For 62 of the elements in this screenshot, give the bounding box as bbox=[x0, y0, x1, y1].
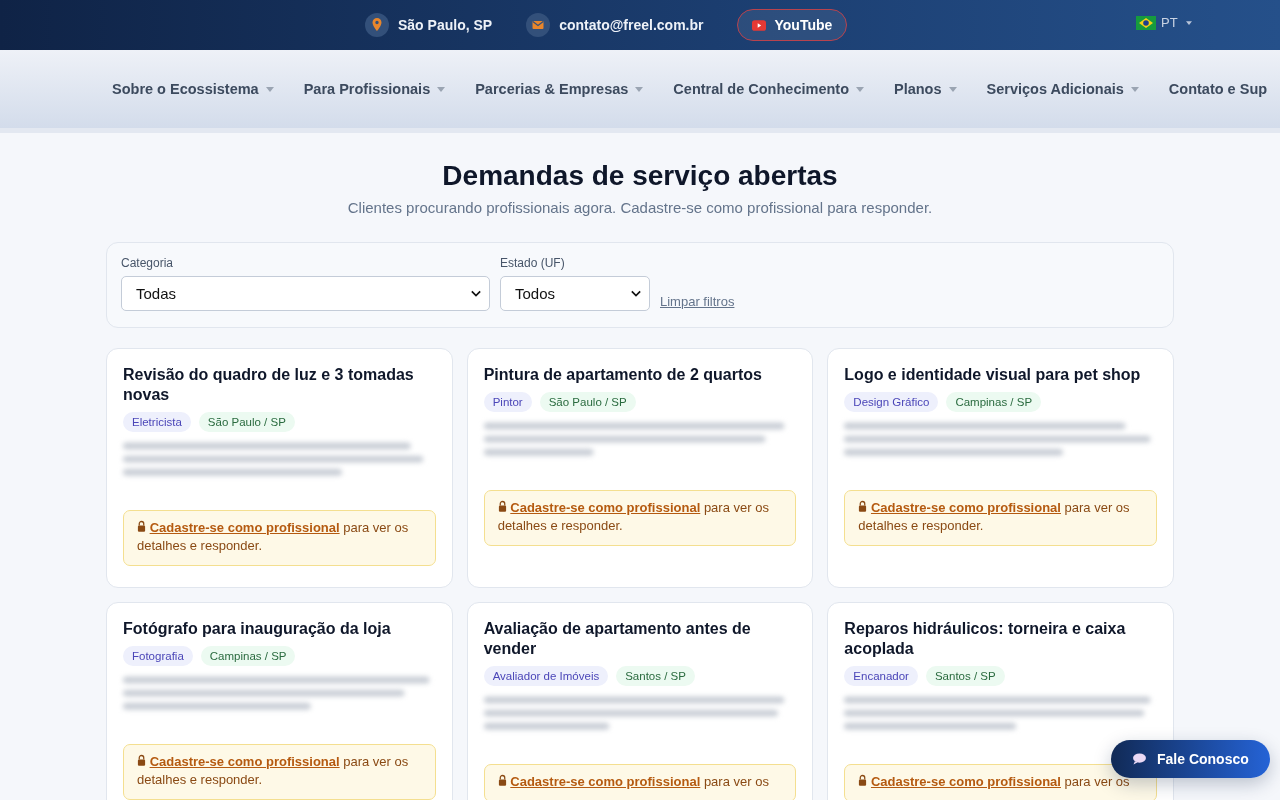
lock-icon bbox=[137, 754, 146, 766]
notice-text: Cadastre-se como profissional para ver os detalhes e responder. bbox=[137, 753, 410, 789]
location-tag: Santos / SP bbox=[925, 666, 1005, 686]
notice-text: Cadastre-se como profissional para ver os detalhes e responder. bbox=[858, 499, 1131, 535]
category-tag: Eletricista bbox=[123, 412, 191, 432]
dropdown-field[interactable]: Todos bbox=[500, 276, 650, 311]
card-title: Avaliação de apartamento antes de vender bbox=[483, 619, 752, 659]
lock-icon bbox=[497, 774, 507, 786]
category-tag: Pintor bbox=[483, 392, 532, 412]
lock-icon bbox=[858, 774, 868, 786]
location-tag: Campinas / SP bbox=[200, 646, 296, 666]
location-tag: Campinas / SP bbox=[946, 392, 1042, 412]
notice-text: Cadastre-se como profissional para ver os bbox=[497, 773, 783, 791]
youtube-button[interactable]: YouTube bbox=[737, 9, 848, 41]
contact-chat-button[interactable]: Fale Conosco bbox=[1111, 740, 1270, 778]
page-subheading: Clientes procurando profissionais agora. Cadastre-se como profissional para responder. bbox=[346, 199, 934, 216]
location-tag: Santos / SP bbox=[616, 666, 695, 686]
clear-filters-link[interactable]: Limpar filtros bbox=[660, 294, 735, 309]
signup-link[interactable]: Cadastre-se como profissional bbox=[870, 774, 1061, 789]
notice-text: Cadastre-se como profissional para ver os detalhes e responder. bbox=[137, 519, 410, 555]
location-tag: São Paulo / SP bbox=[539, 392, 636, 412]
nav-menu-item[interactable]: Para Profissionais bbox=[303, 81, 446, 97]
category-tag: Fotografia bbox=[123, 646, 193, 666]
lock-icon bbox=[497, 500, 507, 512]
signup-link[interactable]: Cadastre-se como profissional bbox=[510, 500, 701, 515]
dropdown-field[interactable]: Todas bbox=[121, 276, 490, 311]
signup-link[interactable]: Cadastre-se como profissional bbox=[149, 754, 340, 769]
lock-icon bbox=[858, 500, 868, 512]
category-tag: Encanador bbox=[844, 666, 918, 686]
chevron-down-icon bbox=[471, 290, 481, 297]
category-tag: Avaliador de Imóveis bbox=[483, 666, 609, 686]
email-link[interactable]: contato@freel.com.br bbox=[559, 17, 704, 33]
nav-menu-item[interactable]: Parcerias & Empresas bbox=[475, 81, 644, 97]
nav-menu-item[interactable]: Planos bbox=[894, 81, 957, 97]
signup-link[interactable]: Cadastre-se como profissional bbox=[149, 520, 340, 535]
signup-link[interactable]: Cadastre-se como profissional bbox=[510, 774, 701, 789]
nav-menu-item[interactable]: Central de Conhecimento bbox=[673, 81, 864, 97]
chevron-down-icon bbox=[631, 290, 641, 297]
speech-bubble-icon bbox=[1132, 753, 1147, 765]
location-pin-icon bbox=[365, 13, 389, 37]
notice-text: Cadastre-se como profissional para ver os detalhes e responder. bbox=[497, 499, 770, 535]
flag-icon bbox=[1136, 15, 1156, 30]
signup-link[interactable]: Cadastre-se como profissional bbox=[870, 500, 1061, 515]
filter-label: Categoria bbox=[121, 256, 175, 270]
page-heading: Demandas de serviço abertas bbox=[441, 159, 839, 193]
card-title: Revisão do quadro de luz e 3 tomadas novas bbox=[123, 365, 415, 405]
location-tag: São Paulo / SP bbox=[198, 412, 295, 432]
lock-icon bbox=[137, 520, 146, 532]
play-icon bbox=[752, 19, 767, 31]
nav-menu-item[interactable]: Serviços Adicionais bbox=[986, 81, 1139, 97]
card-title: Pintura de apartamento de 2 quartos bbox=[483, 365, 763, 385]
language-selector[interactable]: PT bbox=[1136, 15, 1192, 30]
location-text: São Paulo, SP bbox=[398, 17, 493, 33]
category-tag: Design Gráfico bbox=[844, 392, 939, 412]
card-title: Logo e identidade visual para pet shop bbox=[844, 365, 1142, 385]
filter-label: Estado (UF) bbox=[500, 256, 566, 270]
card-title: Fotógrafo para inauguração da loja bbox=[123, 619, 392, 639]
nav-menu-item[interactable]: Sobre o Ecossistema bbox=[112, 81, 274, 97]
card-title: Reparos hidráulicos: torneira e caixa acoplada bbox=[844, 619, 1127, 659]
caret-icon bbox=[1185, 20, 1192, 25]
nav-menu-item[interactable]: Contato e Sup bbox=[1168, 81, 1268, 97]
envelope-icon bbox=[526, 13, 551, 37]
